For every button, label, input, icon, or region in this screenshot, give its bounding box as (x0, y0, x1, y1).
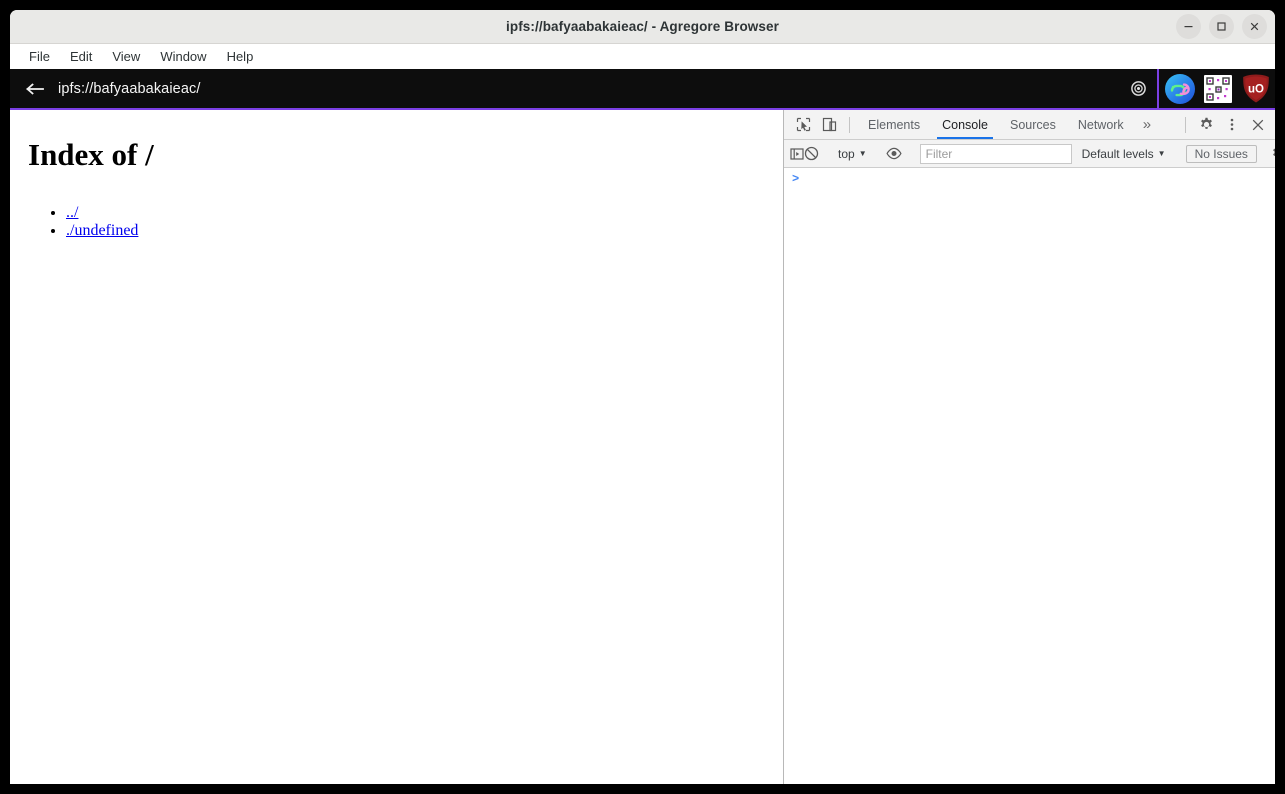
sync-loop-icon[interactable] (1161, 69, 1199, 108)
menu-item-window[interactable]: Window (151, 46, 215, 67)
maximize-button[interactable] (1209, 14, 1234, 39)
list-item: ../ (66, 204, 775, 222)
clear-console-icon[interactable] (804, 142, 819, 166)
tab-elements[interactable]: Elements (857, 111, 931, 139)
no-issues-button[interactable]: No Issues (1185, 144, 1257, 163)
console-prompt-row[interactable]: > (784, 168, 1275, 192)
directory-link-undefined[interactable]: ./undefined (66, 222, 138, 239)
more-options-icon[interactable] (1219, 113, 1245, 137)
back-button[interactable] (18, 74, 52, 104)
window-controls (1176, 14, 1267, 39)
navbar-right-actions: uO (1123, 69, 1275, 108)
svg-text:uO: uO (1248, 84, 1264, 96)
more-tabs-button[interactable]: » (1135, 111, 1159, 139)
menu-item-view[interactable]: View (103, 46, 149, 67)
browser-window: ipfs://bafyaabakaieac/ - Agregore Browse… (10, 10, 1275, 784)
console-sidebar-icon[interactable] (790, 142, 804, 166)
chevron-down-icon: ▼ (858, 149, 867, 158)
menu-item-file[interactable]: File (20, 46, 59, 67)
tabbar-divider (849, 116, 850, 133)
qr-code-icon[interactable] (1199, 69, 1237, 108)
menu-item-edit[interactable]: Edit (61, 46, 101, 67)
directory-link-parent[interactable]: ../ (66, 204, 78, 221)
ublock-origin-icon[interactable]: uO (1237, 69, 1275, 108)
back-arrow-icon (25, 82, 44, 95)
extension-divider (1157, 69, 1159, 108)
device-toolbar-icon[interactable] (816, 113, 842, 137)
tab-network[interactable]: Network (1067, 111, 1135, 139)
tab-console[interactable]: Console (931, 111, 999, 139)
console-levels-selector[interactable]: Default levels ▼ (1076, 145, 1172, 163)
tab-sources[interactable]: Sources (999, 111, 1067, 139)
devtools-tab-bar: Elements Console Sources Network » (784, 110, 1275, 140)
page-title: Index of / (28, 137, 154, 172)
web-page-content: Index of / ../ ./undefined (10, 110, 784, 784)
close-icon (1250, 22, 1259, 31)
chevron-down-icon-levels: ▼ (1157, 149, 1166, 158)
console-settings-icon[interactable] (1271, 142, 1275, 166)
url-input[interactable] (52, 73, 1123, 104)
console-input[interactable] (799, 172, 1275, 186)
console-context-selector[interactable]: top ▼ (833, 145, 872, 163)
live-expression-icon[interactable] (886, 142, 902, 166)
directory-listing: ../ ./undefined (18, 204, 775, 239)
title-bar: ipfs://bafyaabakaieac/ - Agregore Browse… (10, 10, 1275, 44)
list-item: ./undefined (66, 222, 775, 240)
console-prompt-chevron-icon: > (792, 172, 800, 186)
devtools-panel: Elements Console Sources Network » top ▼… (784, 110, 1275, 784)
target-record-icon[interactable] (1123, 80, 1153, 97)
navigation-bar: uO (10, 69, 1275, 110)
menu-bar: File Edit View Window Help (10, 44, 1275, 69)
console-levels-label: Default levels (1081, 146, 1154, 161)
settings-gear-icon[interactable] (1193, 113, 1219, 137)
window-title: ipfs://bafyaabakaieac/ - Agregore Browse… (506, 19, 779, 34)
console-context-label: top (838, 146, 855, 161)
tabbar-divider-right (1185, 116, 1186, 133)
menu-item-help[interactable]: Help (218, 46, 263, 67)
close-devtools-icon[interactable] (1245, 113, 1271, 137)
maximize-icon (1217, 22, 1226, 31)
close-button[interactable] (1242, 14, 1267, 39)
console-filter-input[interactable] (919, 143, 1072, 164)
console-output-area[interactable]: > (784, 168, 1275, 784)
minimize-icon (1184, 26, 1193, 28)
minimize-button[interactable] (1176, 14, 1201, 39)
inspect-element-icon[interactable] (790, 113, 816, 137)
console-toolbar: top ▼ Default levels ▼ No Issues (784, 140, 1275, 168)
content-split: Index of / ../ ./undefined (10, 110, 1275, 784)
